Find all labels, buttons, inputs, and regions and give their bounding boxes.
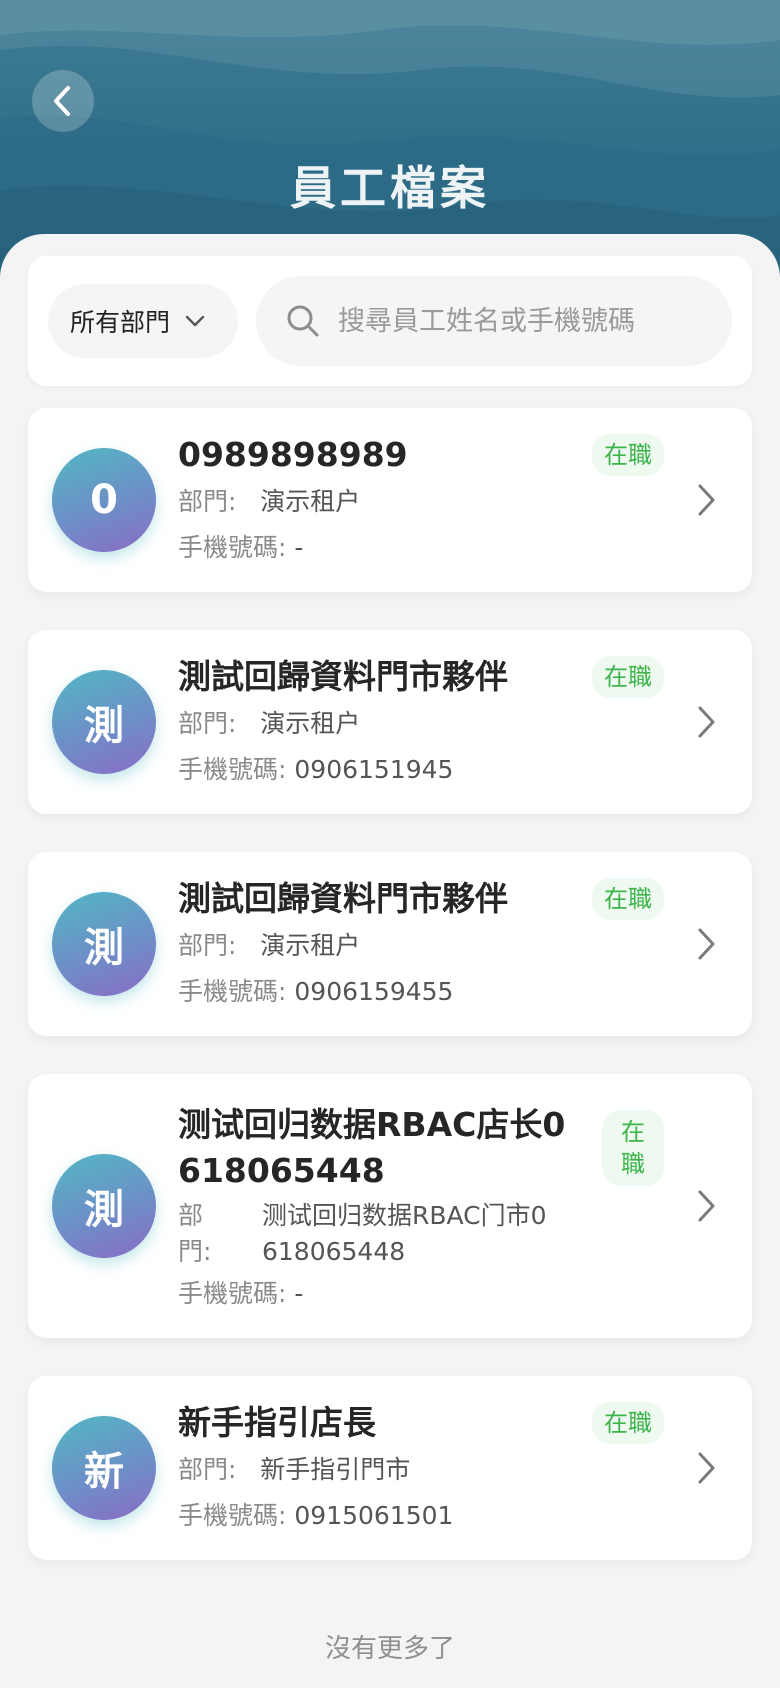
employee-name: 新手指引店長 xyxy=(178,1403,376,1442)
department-row: 部門: 测试回归数据RBAC门市0618065448 xyxy=(178,1198,562,1270)
avatar: 0 xyxy=(52,448,156,552)
employee-name: 測試回歸資料門市夥伴 xyxy=(178,879,508,918)
department-label: 部門: xyxy=(178,931,237,960)
department-row: 部門: 演示租户 xyxy=(178,484,360,520)
status-badge: 在職 xyxy=(592,434,664,476)
department-label: 部門: xyxy=(178,1455,237,1484)
department-select-label: 所有部門 xyxy=(70,308,171,337)
employee-card[interactable]: 測 测试回归数据RBAC店长0618065448 在職 部門: 测试回归数据RB… xyxy=(28,1074,752,1338)
department-value: 演示租户 xyxy=(260,487,361,516)
chevron-right-icon xyxy=(698,1452,715,1484)
no-more-text: 沒有更多了 xyxy=(324,1634,455,1664)
department-value: 演示租户 xyxy=(260,931,361,960)
chevron-right-icon xyxy=(698,1190,715,1222)
chevron-down-icon xyxy=(184,314,206,328)
department-row: 部門: 演示租户 xyxy=(178,928,360,964)
chevron-right-icon xyxy=(698,928,715,960)
phone-value: 0915061501 xyxy=(294,1501,454,1530)
search-box[interactable] xyxy=(256,276,732,366)
department-label: 部門: xyxy=(178,487,237,516)
back-button[interactable] xyxy=(32,70,94,132)
department-value: 测试回归数据RBAC门市0618065448 xyxy=(262,1201,547,1266)
search-input[interactable] xyxy=(336,304,716,338)
employee-card[interactable]: 0 0989898989 在職 部門: 演示租户 手機號碼: - xyxy=(28,408,752,592)
department-value: 新手指引門市 xyxy=(260,1455,411,1484)
avatar: 新 xyxy=(52,1416,156,1520)
phone-value: - xyxy=(294,533,304,562)
department-row: 部門: 新手指引門市 xyxy=(178,1452,410,1488)
avatar: 測 xyxy=(52,670,156,774)
employee-card[interactable]: 新 新手指引店長 在職 部門: 新手指引門市 手機號碼: 0915061501 xyxy=(28,1376,752,1560)
employee-name: 0989898989 xyxy=(178,435,408,474)
phone-row: 手機號碼: - xyxy=(178,530,303,566)
department-row: 部門: 演示租户 xyxy=(178,706,360,742)
department-label: 部門: xyxy=(178,709,237,738)
employee-name: 测试回归数据RBAC店长0618065448 xyxy=(178,1105,566,1190)
phone-row: 手機號碼: 0906151945 xyxy=(178,752,453,788)
status-badge: 在職 xyxy=(592,656,664,698)
chevron-right-icon xyxy=(698,706,715,738)
phone-row: 手機號碼: 0906159455 xyxy=(178,974,453,1010)
phone-label: 手機號碼: xyxy=(178,977,287,1006)
employee-card[interactable]: 測 測試回歸資料門市夥伴 在職 部門: 演示租户 手機號碼: 090615945… xyxy=(28,852,752,1036)
department-value: 演示租户 xyxy=(260,709,361,738)
chevron-left-icon xyxy=(54,86,70,116)
filter-bar: 所有部門 xyxy=(28,256,752,386)
phone-value: 0906151945 xyxy=(294,755,454,784)
status-badge: 在職 xyxy=(602,1110,664,1186)
department-label: 部門: xyxy=(178,1201,212,1266)
phone-label: 手機號碼: xyxy=(178,1279,287,1308)
search-icon xyxy=(287,305,319,337)
status-badge: 在職 xyxy=(592,1402,664,1444)
phone-label: 手機號碼: xyxy=(178,533,287,562)
phone-row: 手機號碼: 0915061501 xyxy=(178,1498,453,1534)
avatar: 測 xyxy=(52,1154,156,1258)
phone-label: 手機號碼: xyxy=(178,1501,287,1530)
employee-name: 測試回歸資料門市夥伴 xyxy=(178,657,508,696)
phone-value: - xyxy=(294,1279,304,1308)
page-title: 員工檔案 xyxy=(290,161,490,215)
phone-label: 手機號碼: xyxy=(178,755,287,784)
phone-value: 0906159455 xyxy=(294,977,454,1006)
status-badge: 在職 xyxy=(592,878,664,920)
phone-row: 手機號碼: - xyxy=(178,1276,303,1312)
employee-card[interactable]: 測 測試回歸資料門市夥伴 在職 部門: 演示租户 手機號碼: 090615194… xyxy=(28,630,752,814)
chevron-right-icon xyxy=(698,484,715,516)
department-select[interactable]: 所有部門 xyxy=(48,284,238,358)
avatar: 測 xyxy=(52,892,156,996)
